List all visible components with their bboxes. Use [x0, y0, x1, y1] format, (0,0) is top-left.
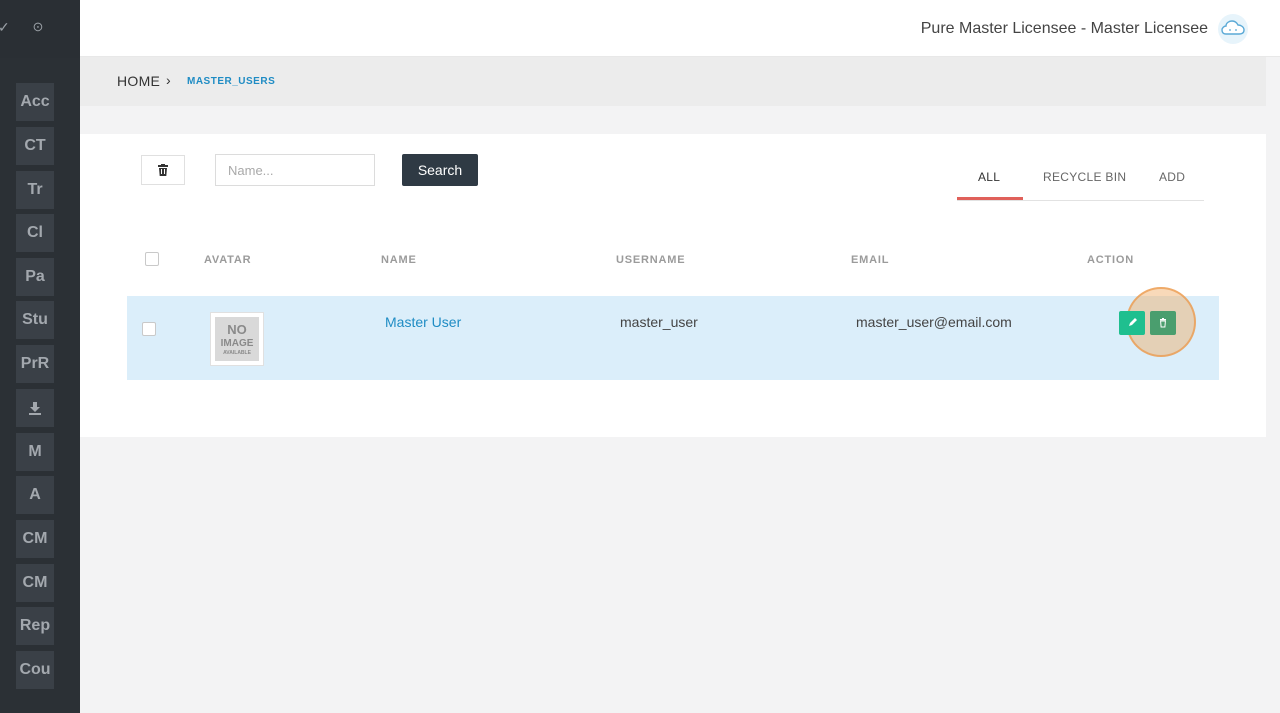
- pencil-icon: [1129, 318, 1137, 326]
- user-name[interactable]: Pure Master Licensee - Master Licensee: [921, 20, 1208, 38]
- column-header-username[interactable]: USERNAME: [616, 254, 685, 266]
- sidebar: ✓ ⊙ Acc CT Tr Cl Pa Stu PrR M A CM CM Re…: [0, 0, 80, 713]
- sidebar-item-rep[interactable]: Rep: [16, 607, 54, 645]
- svg-text:AVAILABLE: AVAILABLE: [223, 350, 252, 356]
- svg-text:NO: NO: [227, 322, 247, 337]
- svg-text:IMAGE: IMAGE: [221, 338, 254, 349]
- sidebar-item-pa[interactable]: Pa: [16, 258, 54, 296]
- column-header-email[interactable]: EMAIL: [851, 254, 889, 266]
- tab-all[interactable]: ALL: [978, 170, 1000, 184]
- no-image-placeholder: NO IMAGE AVAILABLE: [215, 317, 259, 361]
- select-all-checkbox[interactable]: [145, 252, 159, 266]
- sidebar-item-tr[interactable]: Tr: [16, 171, 54, 209]
- sidebar-item-a[interactable]: A: [16, 476, 54, 514]
- search-button[interactable]: Search: [402, 154, 478, 186]
- trash-icon: [158, 164, 168, 176]
- users-panel: Search ALL RECYCLE BIN ADD AVATAR NAME U…: [80, 134, 1266, 437]
- cloud-avatar-icon[interactable]: [1218, 14, 1248, 44]
- column-header-avatar[interactable]: AVATAR: [204, 254, 251, 266]
- chevron-right-icon: ›: [166, 72, 171, 88]
- user-email: master_user@email.com: [856, 314, 1012, 330]
- tab-recycle-bin[interactable]: RECYCLE BIN: [1043, 170, 1126, 184]
- tab-add[interactable]: ADD: [1159, 170, 1185, 184]
- bulk-delete-button[interactable]: [141, 155, 185, 185]
- sidebar-item-cou[interactable]: Cou: [16, 651, 54, 689]
- table-row[interactable]: NO IMAGE AVAILABLE Master User master_us…: [127, 287, 1219, 380]
- tab-bar: ALL RECYCLE BIN ADD: [957, 160, 1204, 201]
- sidebar-item-cm-2[interactable]: CM: [16, 564, 54, 602]
- user-username: master_user: [620, 314, 698, 330]
- breadcrumb-home[interactable]: HOME: [117, 73, 160, 89]
- download-icon: [29, 402, 41, 415]
- sidebar-item-prr[interactable]: PrR: [16, 345, 54, 383]
- sidebar-item-acc[interactable]: Acc: [16, 83, 54, 121]
- active-tab-indicator: [957, 197, 1023, 200]
- column-header-action: ACTION: [1087, 254, 1134, 266]
- trash-icon: [1160, 318, 1166, 328]
- check-icon[interactable]: ✓: [0, 19, 10, 36]
- search-input[interactable]: [215, 154, 375, 186]
- sidebar-item-cl[interactable]: Cl: [16, 214, 54, 252]
- delete-button[interactable]: [1150, 311, 1176, 335]
- user-avatar: NO IMAGE AVAILABLE: [210, 312, 264, 366]
- sidebar-item-download[interactable]: [16, 389, 54, 427]
- settings-icon[interactable]: ⊙: [31, 20, 45, 34]
- sidebar-top: ✓ ⊙: [0, 0, 80, 58]
- breadcrumb: HOME › MASTER_USERS: [80, 57, 1266, 106]
- breadcrumb-current: MASTER_USERS: [187, 76, 276, 87]
- sidebar-item-ct[interactable]: CT: [16, 127, 54, 165]
- column-header-name[interactable]: NAME: [381, 254, 417, 266]
- top-header: Pure Master Licensee - Master Licensee: [80, 0, 1280, 57]
- sidebar-item-stu[interactable]: Stu: [16, 301, 54, 339]
- user-name-link[interactable]: Master User: [385, 314, 461, 330]
- sidebar-item-m[interactable]: M: [16, 433, 54, 471]
- row-checkbox[interactable]: [142, 322, 156, 336]
- edit-button[interactable]: [1119, 311, 1145, 335]
- sidebar-item-cm-1[interactable]: CM: [16, 520, 54, 558]
